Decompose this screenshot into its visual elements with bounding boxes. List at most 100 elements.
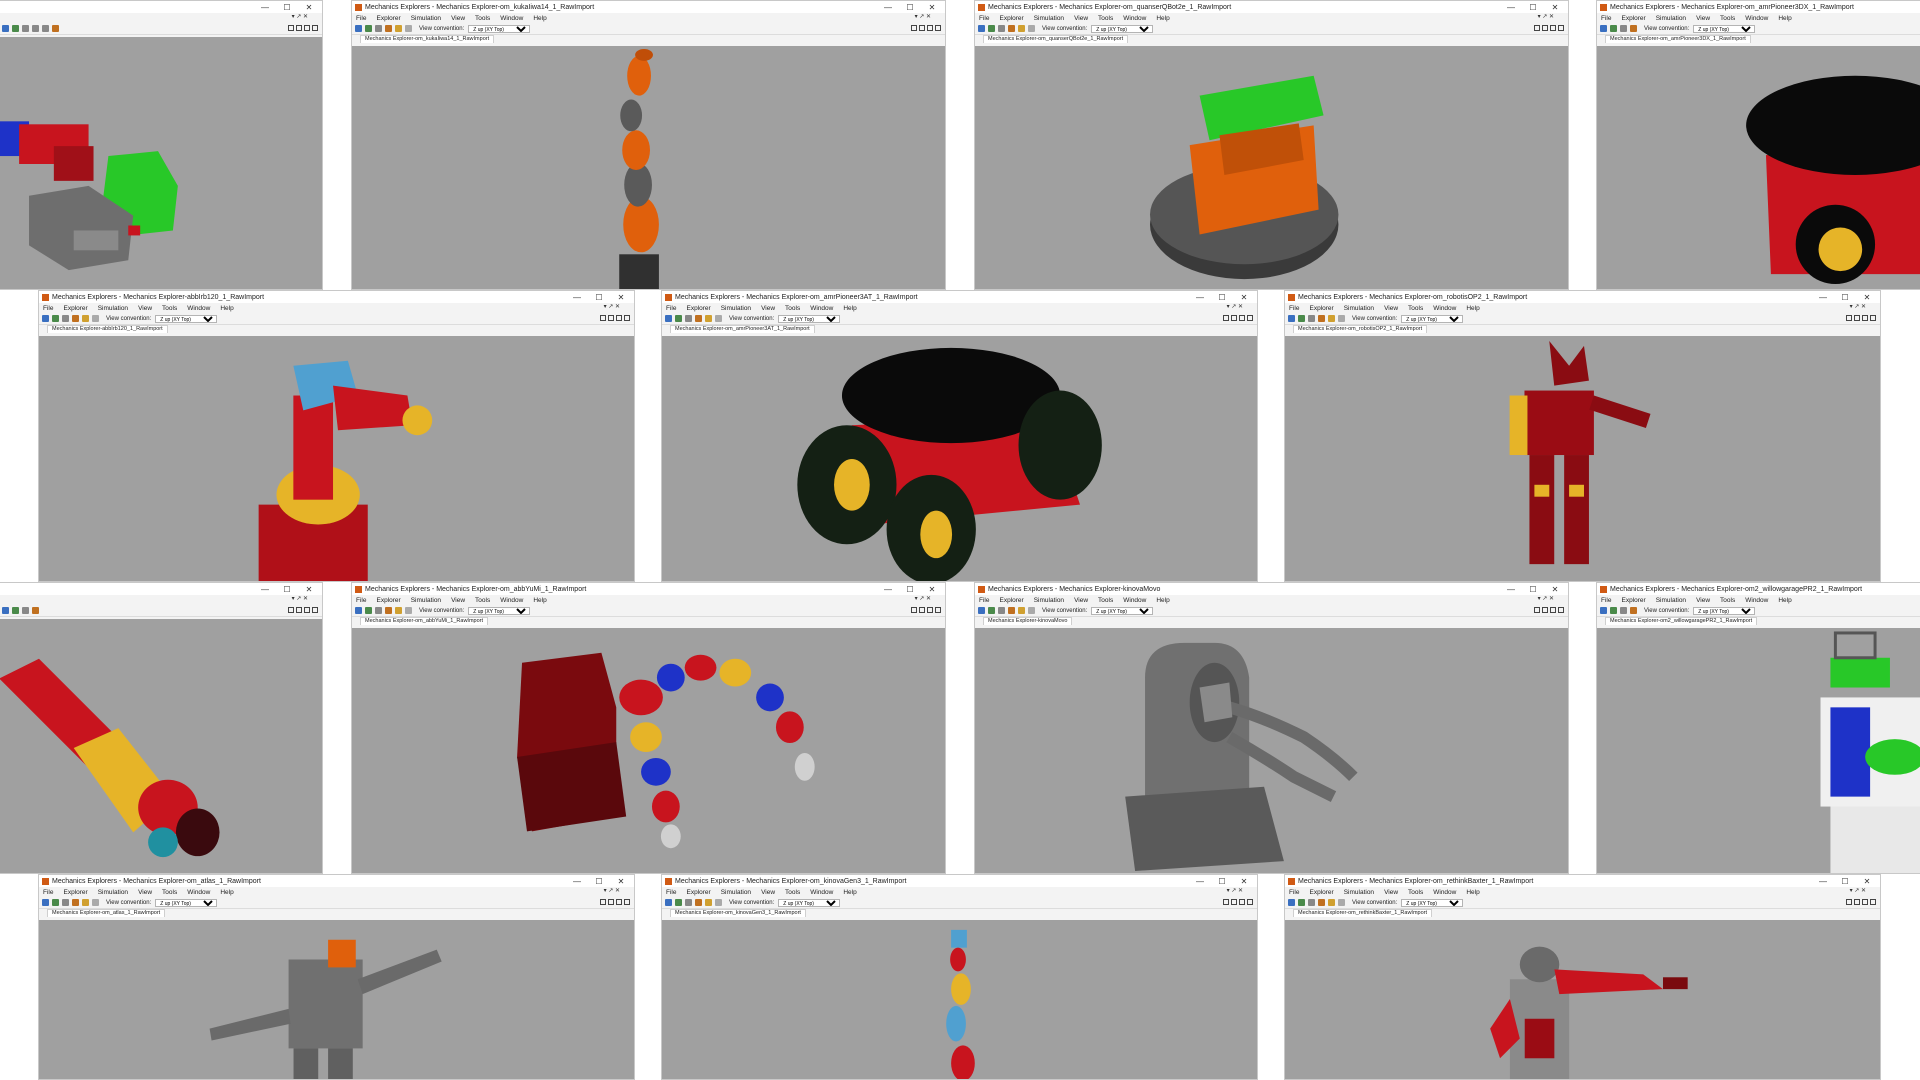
viewport-canvas[interactable] [1597, 46, 1920, 289]
pin-icon[interactable]: ▾ ↗ ✕ [292, 595, 308, 602]
tab-model[interactable]: Mechanics Explorer-om_amrPioneer3AT_1_Ra… [670, 325, 815, 333]
frame-icon[interactable] [1338, 315, 1345, 322]
layout-split-icon[interactable] [1231, 315, 1237, 321]
render-icon[interactable] [385, 25, 392, 32]
menu-simulation[interactable]: Simulation [721, 305, 751, 312]
menu-help[interactable]: Help [533, 597, 546, 604]
menu-explorer[interactable]: Explorer [1309, 889, 1333, 896]
menu-tools[interactable]: Tools [162, 305, 177, 312]
frame-icon[interactable] [715, 315, 722, 322]
viewport-canvas[interactable] [0, 619, 322, 873]
tab-model[interactable]: Mechanics Explorer-om_kukaIiwa14_1_RawIm… [360, 35, 495, 43]
menu-tools[interactable]: Tools [1408, 305, 1423, 312]
layout-single-icon[interactable] [600, 899, 606, 905]
render-icon[interactable] [695, 899, 702, 906]
render-icon[interactable] [1008, 25, 1015, 32]
maximize-button[interactable]: ☐ [276, 585, 298, 594]
view-convention-select[interactable]: Z up (XY Top) [1091, 24, 1154, 33]
menu-file[interactable]: File [356, 597, 366, 604]
render-icon[interactable] [1318, 315, 1325, 322]
menu-view[interactable]: View [451, 15, 465, 22]
layout-split-icon[interactable] [608, 315, 614, 321]
tab-model[interactable]: Mechanics Explorer-om2_willowgaragePR2_1… [1605, 617, 1758, 625]
menu-explorer[interactable]: Explorer [999, 15, 1023, 22]
layout-split-icon[interactable] [1542, 607, 1548, 613]
close-button[interactable]: ✕ [610, 293, 632, 302]
light-icon[interactable] [1328, 899, 1335, 906]
frame-icon[interactable] [1338, 899, 1345, 906]
pan-icon[interactable] [22, 607, 29, 614]
rotate-icon[interactable] [1298, 315, 1305, 322]
menu-simulation[interactable]: Simulation [721, 889, 751, 896]
frame-icon[interactable] [92, 315, 99, 322]
maximize-button[interactable]: ☐ [588, 293, 610, 302]
tab-model[interactable]: Mechanics Explorer-om_abbYuMi_1_RawImpor… [360, 617, 488, 625]
layout-split-icon[interactable] [919, 607, 925, 613]
menu-explorer[interactable]: Explorer [63, 889, 87, 896]
view-icon[interactable] [665, 899, 672, 906]
view-convention-select[interactable]: Z up (XY Top) [778, 898, 841, 907]
menu-file[interactable]: File [43, 889, 53, 896]
rotate-icon[interactable] [675, 899, 682, 906]
fit-icon[interactable] [42, 25, 49, 32]
tab-model[interactable]: Mechanics Explorer-om_rethinkBaxter_1_Ra… [1293, 909, 1432, 917]
layout-tile-icon[interactable] [624, 899, 630, 905]
menu-window[interactable]: Window [810, 305, 833, 312]
minimize-button[interactable]: — [254, 3, 276, 12]
pan-icon[interactable] [375, 607, 382, 614]
layout-single-icon[interactable] [1534, 25, 1540, 31]
maximize-button[interactable]: ☐ [588, 877, 610, 886]
minimize-button[interactable]: — [566, 877, 588, 886]
menu-view[interactable]: View [138, 305, 152, 312]
light-icon[interactable] [82, 315, 89, 322]
maximize-button[interactable]: ☐ [1834, 293, 1856, 302]
pan-icon[interactable] [998, 607, 1005, 614]
view-convention-select[interactable]: Z up (XY Top) [1693, 24, 1756, 33]
rotate-icon[interactable] [365, 25, 372, 32]
close-button[interactable]: ✕ [921, 585, 943, 594]
menu-help[interactable]: Help [220, 305, 233, 312]
view-icon[interactable] [978, 25, 985, 32]
pan-icon[interactable] [62, 899, 69, 906]
layout-split-icon[interactable] [296, 607, 302, 613]
light-icon[interactable] [82, 899, 89, 906]
minimize-button[interactable]: — [877, 3, 899, 12]
menu-view[interactable]: View [1696, 597, 1710, 604]
layout-split-icon[interactable] [608, 899, 614, 905]
menu-simulation[interactable]: Simulation [98, 305, 128, 312]
layout-tile-icon[interactable] [624, 315, 630, 321]
minimize-button[interactable]: — [1812, 293, 1834, 302]
pan-icon[interactable] [685, 899, 692, 906]
menu-explorer[interactable]: Explorer [63, 305, 87, 312]
view-icon[interactable] [355, 607, 362, 614]
layout-single-icon[interactable] [1223, 315, 1229, 321]
menu-explorer[interactable]: Explorer [1621, 15, 1645, 22]
light-icon[interactable] [395, 25, 402, 32]
menu-explorer[interactable]: Explorer [376, 15, 400, 22]
viewport-canvas[interactable] [975, 46, 1568, 289]
render-icon[interactable] [1008, 607, 1015, 614]
layout-split-icon[interactable] [296, 25, 302, 31]
menu-file[interactable]: File [1289, 305, 1299, 312]
layout-single-icon[interactable] [1846, 899, 1852, 905]
render-icon[interactable] [1630, 607, 1637, 614]
minimize-button[interactable]: — [566, 293, 588, 302]
rotate-icon[interactable] [675, 315, 682, 322]
view-convention-select[interactable]: Z up (XY Top) [1091, 606, 1154, 615]
render-icon[interactable] [52, 25, 59, 32]
light-icon[interactable] [1018, 607, 1025, 614]
pan-icon[interactable] [62, 315, 69, 322]
view-convention-select[interactable]: Z up (XY Top) [1693, 606, 1756, 615]
layout-quad-icon[interactable] [616, 899, 622, 905]
menu-view[interactable]: View [1384, 889, 1398, 896]
view-convention-select[interactable]: Z up (XY Top) [155, 314, 218, 323]
menu-simulation[interactable]: Simulation [411, 15, 441, 22]
tab-model[interactable]: Mechanics Explorer-kinovaMovo [983, 617, 1073, 625]
close-button[interactable]: ✕ [1856, 877, 1878, 886]
render-icon[interactable] [72, 315, 79, 322]
light-icon[interactable] [395, 607, 402, 614]
menu-explorer[interactable]: Explorer [999, 597, 1023, 604]
layout-tile-icon[interactable] [1247, 315, 1253, 321]
render-icon[interactable] [72, 899, 79, 906]
light-icon[interactable] [705, 899, 712, 906]
